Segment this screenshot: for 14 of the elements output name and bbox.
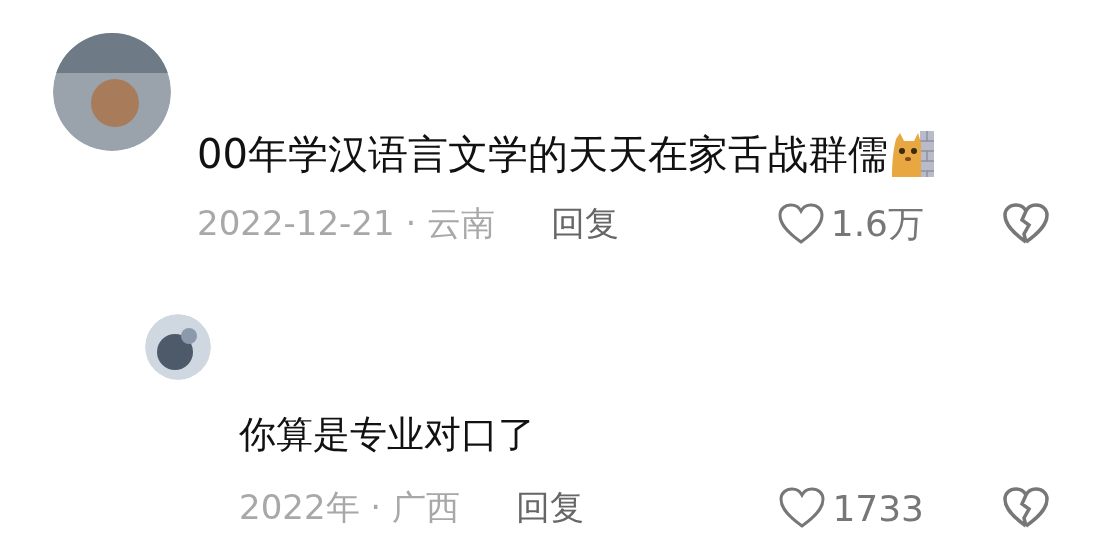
- comment-date-location: 2022年 · 广西: [239, 486, 460, 529]
- comment-date-location: 2022-12-21 · 云南: [197, 202, 495, 245]
- broken-heart-icon[interactable]: [1002, 486, 1050, 530]
- reply-link[interactable]: 回复: [515, 485, 584, 531]
- avatar[interactable]: [145, 314, 211, 380]
- broken-heart-icon[interactable]: [1002, 202, 1050, 246]
- like-count: 1733: [832, 487, 924, 529]
- heart-icon[interactable]: [778, 486, 827, 530]
- comment-text: 你算是专业对口了: [239, 413, 535, 456]
- like-count: 1.6万: [830, 201, 924, 246]
- comment-text: 00年学汉语言文学的天天在家舌战群儒: [197, 129, 888, 179]
- reply-link[interactable]: 回复: [551, 201, 619, 247]
- avatar[interactable]: [53, 33, 171, 151]
- heart-icon[interactable]: [776, 202, 825, 246]
